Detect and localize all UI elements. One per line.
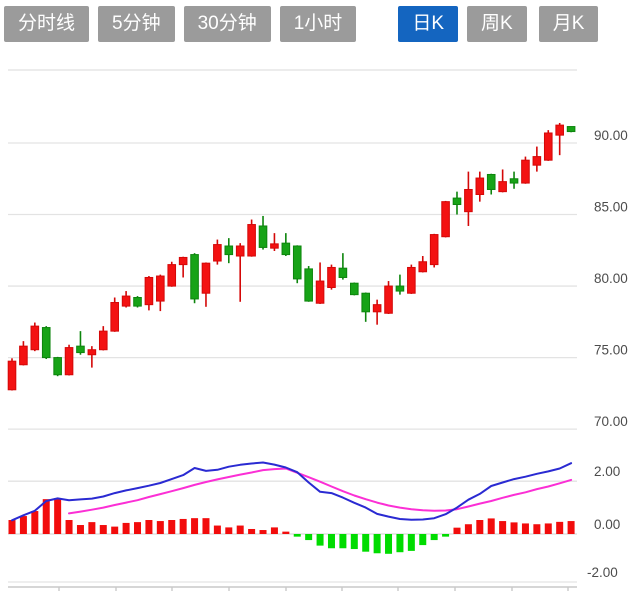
kline-chart[interactable]: 90.00 85.00 80.00 75.00 70.00 2.00 0.00 -2.00 xyxy=(0,0,636,591)
macd-axis-label: 2.00 xyxy=(594,464,620,479)
macd-histogram xyxy=(9,498,575,554)
price-axis-label: 70.00 xyxy=(594,414,628,429)
tab-timeframe-2[interactable]: 5分钟 xyxy=(98,6,175,42)
price-axis-label: 75.00 xyxy=(594,343,628,358)
tab-timeframe-4[interactable]: 1小时 xyxy=(280,6,357,42)
price-axis-label: 80.00 xyxy=(594,271,628,286)
tab-timeframe-3[interactable]: 30分钟 xyxy=(184,6,271,42)
price-axis-label: 85.00 xyxy=(594,200,628,215)
price-axis-label: 90.00 xyxy=(594,128,628,143)
macd-axis-label: -2.00 xyxy=(587,565,618,580)
macd-axis-label: 0.00 xyxy=(594,517,620,532)
timeframe-toolbar: 分时线5分钟30分钟1小时 日K周K 月K xyxy=(4,6,607,42)
tab-timeframe-1[interactable]: 分时线 xyxy=(4,6,89,42)
candles xyxy=(8,123,575,391)
price-gridlines: 90.00 85.00 80.00 75.00 70.00 xyxy=(8,70,628,429)
tab-timeframe-7[interactable]: 月K xyxy=(539,6,599,42)
kline-widget: 分时线5分钟30分钟1小时 日K周K 月K 90.00 85.00 80.00 75.00… xyxy=(0,0,636,591)
tab-timeframe-5[interactable]: 日K xyxy=(398,6,458,42)
tab-timeframe-6[interactable]: 周K xyxy=(467,6,527,42)
